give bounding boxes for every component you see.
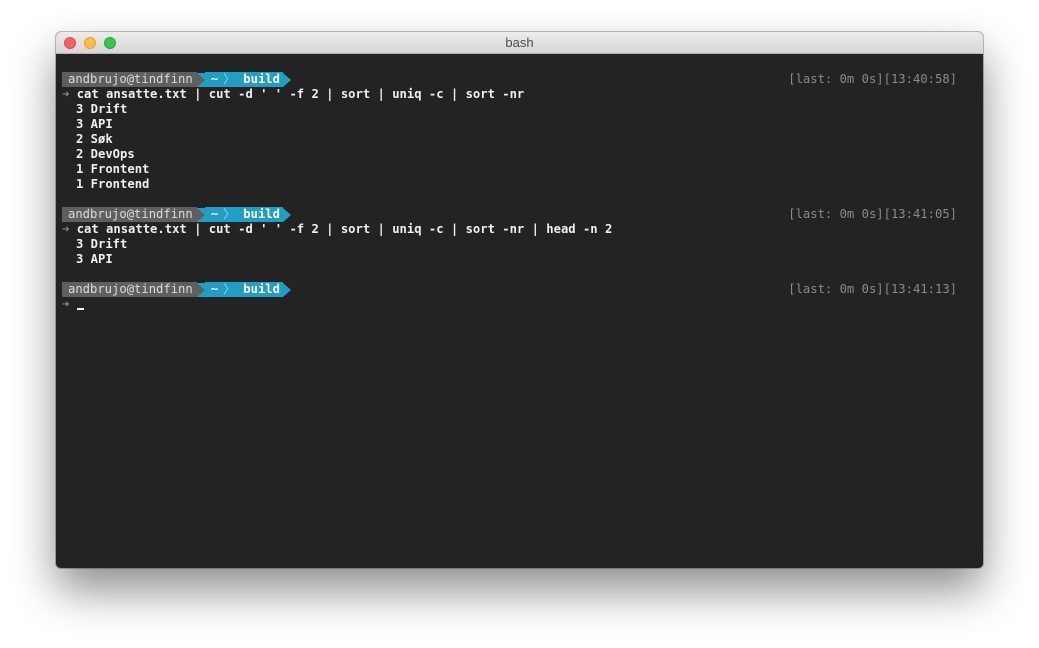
session-block: andbrujo@tindfinn ~ 〉 build [last: 0m 0s… <box>62 72 957 192</box>
command-line: ➜ cat ansatte.txt | cut -d ' ' -f 2 | so… <box>62 87 957 102</box>
last-timer: [last: 0m 0s][13:41:05] <box>788 207 957 221</box>
powerline-end <box>282 207 291 222</box>
prompt-dir-home: ~ <box>204 72 222 87</box>
output-line: 2 Søk <box>76 132 113 146</box>
prompt-user-host: andbrujo@tindfinn <box>62 207 197 222</box>
output-line: 2 DevOps <box>76 147 135 161</box>
path-separator-icon: 〉 <box>221 72 238 87</box>
powerline-end <box>282 282 291 297</box>
output-line: 3 API <box>76 117 113 131</box>
command-line[interactable]: ➜ <box>62 297 957 312</box>
terminal-area[interactable]: andbrujo@tindfinn ~ 〉 build [last: 0m 0s… <box>56 54 983 568</box>
output-line: 1 Frontend <box>76 177 150 191</box>
last-timer: [last: 0m 0s][13:40:58] <box>788 72 957 86</box>
prompt-user-host: andbrujo@tindfinn <box>62 72 197 87</box>
title-bar[interactable]: bash <box>56 32 983 54</box>
prompt-dir-home: ~ <box>204 207 222 222</box>
session-block: andbrujo@tindfinn ~ 〉 build [last: 0m 0s… <box>62 207 957 267</box>
last-timer: [last: 0m 0s][13:41:13] <box>788 282 957 296</box>
prompt-line: andbrujo@tindfinn ~ 〉 build [last: 0m 0s… <box>62 282 957 297</box>
session-block: andbrujo@tindfinn ~ 〉 build [last: 0m 0s… <box>62 282 957 312</box>
path-separator-icon: 〉 <box>221 207 238 222</box>
output-line: 3 Drift <box>76 102 128 116</box>
prompt-user-host: andbrujo@tindfinn <box>62 282 197 297</box>
prompt-arrow-icon: ➜ <box>62 297 70 311</box>
prompt-dir-current: build <box>237 207 283 222</box>
powerline-end <box>282 72 291 87</box>
command-line: ➜ cat ansatte.txt | cut -d ' ' -f 2 | so… <box>62 222 957 237</box>
powerline-separator <box>196 207 205 222</box>
powerline-separator <box>196 72 205 87</box>
prompt-dir-current: build <box>237 282 283 297</box>
window-title: bash <box>505 35 534 50</box>
text-cursor <box>76 308 84 310</box>
command-text: cat ansatte.txt | cut -d ' ' -f 2 | sort… <box>76 87 525 101</box>
prompt-dir-current: build <box>237 72 283 87</box>
terminal-window: bash andbrujo@tindfinn ~ 〉 build [last: … <box>56 32 983 568</box>
prompt-dir-home: ~ <box>204 282 222 297</box>
output-line: 3 Drift <box>76 237 128 251</box>
powerline-separator <box>196 282 205 297</box>
prompt-arrow-icon: ➜ <box>62 222 70 236</box>
command-text: cat ansatte.txt | cut -d ' ' -f 2 | sort… <box>76 222 613 236</box>
prompt-arrow-icon: ➜ <box>62 87 70 101</box>
prompt-line: andbrujo@tindfinn ~ 〉 build [last: 0m 0s… <box>62 72 957 87</box>
output-line: 3 API <box>76 252 113 266</box>
output-line: 1 Frontent <box>76 162 150 176</box>
prompt-line: andbrujo@tindfinn ~ 〉 build [last: 0m 0s… <box>62 207 957 222</box>
path-separator-icon: 〉 <box>221 282 238 297</box>
